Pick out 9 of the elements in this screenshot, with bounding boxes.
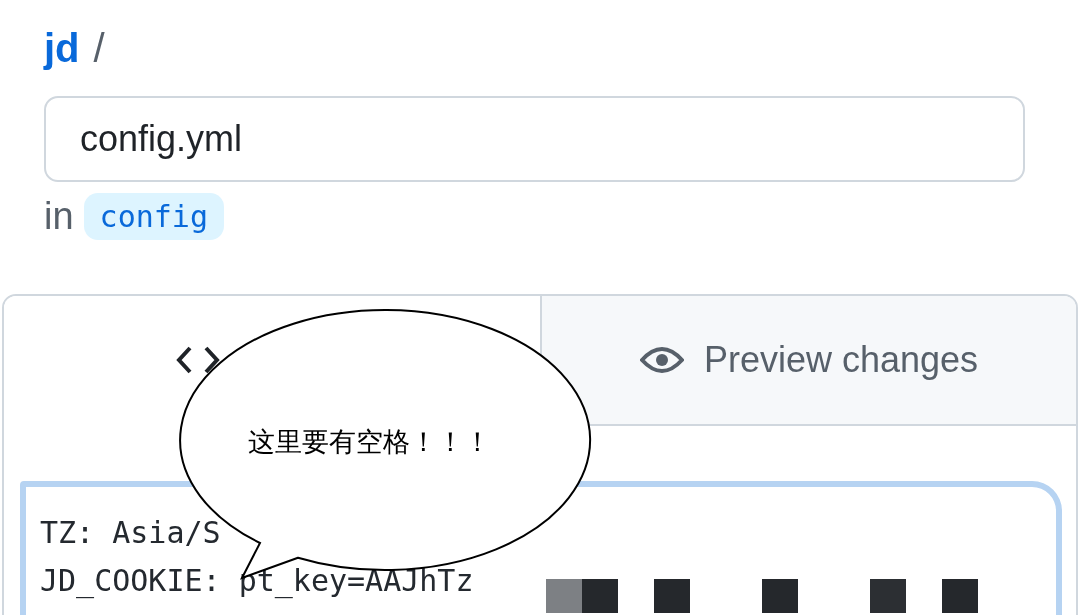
branch-name: config xyxy=(83,192,224,240)
branch-prefix: in xyxy=(44,194,74,238)
preview-tab[interactable]: Preview changes xyxy=(540,296,1076,426)
path-separator: / xyxy=(93,26,105,71)
code-line: TZ: Asia/S xyxy=(40,514,221,552)
repo-link[interactable]: jd xyxy=(44,26,80,71)
code-line: JD_COOKIE: pt_key=AAJhTz xyxy=(40,562,474,601)
filename-field[interactable]: config.yml xyxy=(44,96,1025,182)
callout-text: 这里要有空格！！！ xyxy=(248,425,491,459)
